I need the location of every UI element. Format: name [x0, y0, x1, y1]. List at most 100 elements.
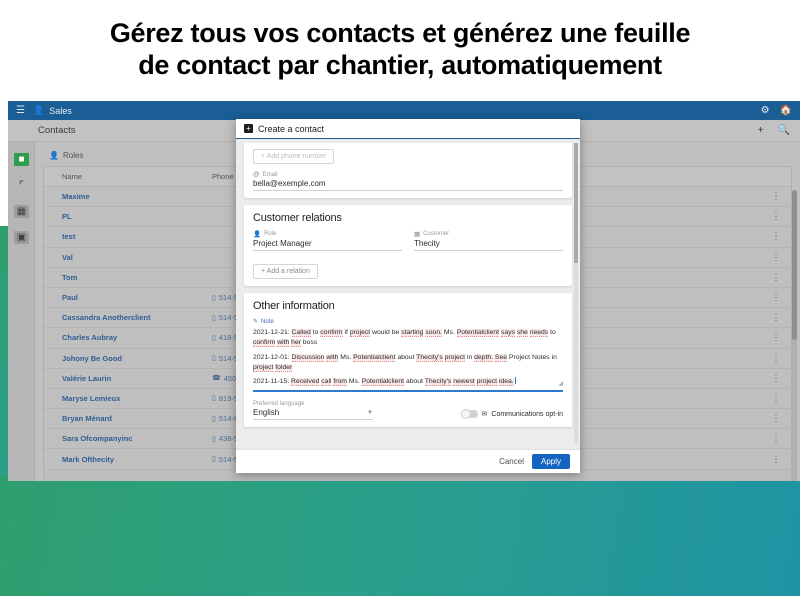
phone-icon: ☎ — [212, 375, 221, 383]
contact-card-icon: ■ — [14, 152, 29, 166]
contact-name[interactable]: Sara Ofcompanyinc — [62, 434, 212, 443]
kebab-menu-icon[interactable]: ⋮ — [771, 292, 781, 303]
org-hierarchy-icon: ⌜ — [18, 179, 25, 192]
email-field[interactable]: bella@exemple.com — [253, 179, 563, 191]
kebab-menu-icon[interactable]: ⋮ — [771, 312, 781, 323]
gear-icon[interactable]: ⚙ — [761, 105, 770, 116]
other-information-card: Other information ✎ Note 2021-12-21: Cal… — [244, 293, 572, 428]
role-label: Role — [264, 231, 277, 237]
add-phone-number-button[interactable]: + Add phone number — [253, 149, 335, 164]
kebab-menu-icon[interactable]: ⋮ — [771, 252, 781, 263]
optin-toggle[interactable] — [460, 409, 478, 420]
mobile-icon: ▯ — [212, 334, 216, 342]
sidebar-item-contacts[interactable]: ■ — [8, 146, 35, 172]
contact-name[interactable]: Maryse Lemieux — [62, 394, 212, 403]
contact-name[interactable]: PL — [62, 212, 212, 221]
note-content: 2021-12-21: Called to confirm if project… — [253, 328, 563, 387]
mobile-icon: ▯ — [212, 395, 216, 403]
app-topbar: ☰ 👤 Sales ⚙ 🏠 — [8, 101, 800, 120]
customer-field[interactable]: Thecity — [414, 239, 563, 251]
apply-button[interactable]: Apply — [531, 454, 570, 469]
kebab-menu-icon[interactable]: ⋮ — [771, 332, 781, 343]
contact-name[interactable]: Valérie Laurin — [62, 374, 212, 383]
sidebar-item-companies[interactable]: ▦ — [8, 198, 35, 224]
dialog-body: + Add phone number @ Email bella@exemple… — [236, 139, 580, 449]
dialog-footer: Cancel Apply — [236, 449, 580, 473]
dialog-scrollbar[interactable] — [574, 143, 578, 443]
building-icon: ▦ — [414, 231, 421, 238]
mobile-icon: ▯ — [212, 355, 216, 363]
role-group: 👤 Role Project Manager — [253, 230, 402, 251]
kebab-menu-icon[interactable]: ⋮ — [771, 211, 781, 222]
kebab-menu-icon[interactable]: ⋮ — [771, 454, 781, 465]
page-title-line-1: Gérez tous vos contacts et générez une f… — [109, 18, 691, 48]
customer-group: ▦ Customer Thecity — [414, 230, 563, 251]
sidebar-item-cards[interactable]: ▣ — [8, 224, 35, 250]
contact-name[interactable]: Bryan Ménard — [62, 414, 212, 423]
role-field[interactable]: Project Manager — [253, 239, 402, 251]
email-label-row: @ Email — [253, 171, 563, 178]
person-icon: 👤 — [49, 151, 59, 160]
mobile-icon: ▯ — [212, 456, 216, 464]
contact-name[interactable]: Maxime — [62, 192, 212, 201]
contact-name[interactable]: Johony Be Good — [62, 354, 212, 363]
page-title: Gérez tous vos contacts et générez une f… — [0, 0, 800, 90]
role-label-row: 👤 Role — [253, 230, 402, 238]
contact-info-card: + Add phone number @ Email bella@exemple… — [244, 143, 572, 198]
preferences-row: Preferred language English ▼ ✉ Communica… — [253, 401, 563, 421]
sidebar-item-hierarchy[interactable]: ⌜ — [8, 172, 35, 198]
mobile-icon: ▯ — [212, 314, 216, 322]
building-icon: ▦ — [14, 204, 29, 218]
contact-name[interactable]: Mark Ofthecity — [62, 455, 212, 464]
contact-name[interactable]: Paul — [62, 293, 212, 302]
note-textarea[interactable]: 2021-12-21: Called to confirm if project… — [253, 328, 563, 393]
chevron-down-icon: ▼ — [367, 409, 373, 416]
contact-name[interactable]: test — [62, 232, 212, 241]
kebab-menu-icon[interactable]: ⋮ — [771, 393, 781, 404]
contact-name[interactable]: Cassandra Anotherclient — [62, 313, 212, 322]
contact-name[interactable]: Tom — [62, 273, 212, 282]
note-line: 2021-12-01: Discussion with Ms. Potentia… — [253, 353, 557, 372]
kebab-menu-icon[interactable]: ⋮ — [771, 353, 781, 364]
at-icon: @ — [253, 171, 260, 178]
pencil-icon: ✎ — [253, 319, 259, 325]
dialog-title: Create a contact — [258, 123, 325, 134]
note-label-row: ✎ Note — [253, 318, 563, 326]
list-scrollbar-thumb[interactable] — [792, 190, 797, 340]
id-card-icon: ▣ — [14, 230, 29, 244]
app-screenshot: ☰ 👤 Sales ⚙ 🏠 Contacts + 🔍 ■ ⌜ ▦ ▣ 👤 Rol… — [8, 101, 800, 481]
contact-name[interactable]: Val — [62, 253, 212, 262]
note-line: 2021-12-21: Called to confirm if project… — [253, 329, 556, 347]
kebab-menu-icon[interactable]: ⋮ — [771, 191, 781, 202]
kebab-menu-icon[interactable]: ⋮ — [771, 272, 781, 283]
customer-label-row: ▦ Customer — [414, 230, 563, 238]
search-icon[interactable]: 🔍 — [778, 125, 790, 136]
mobile-icon: ▯ — [212, 294, 216, 302]
customer-relations-card: Customer relations 👤 Role Project Manage… — [244, 205, 572, 286]
page-title-line-2: de contact par chantier, automatiquement — [138, 49, 662, 80]
plus-icon[interactable]: + — [758, 125, 764, 136]
mobile-icon: ▯ — [212, 435, 216, 443]
list-scrollbar[interactable] — [792, 190, 797, 481]
add-relation-button[interactable]: + Add a relation — [253, 264, 318, 279]
resize-grip-icon[interactable]: ◢ — [558, 380, 563, 387]
contacts-icon: 👤 — [32, 105, 45, 115]
preferred-language-select[interactable]: English ▼ — [253, 408, 373, 421]
text-caret — [514, 377, 516, 385]
home-icon[interactable]: 🏠 — [780, 105, 792, 116]
kebab-menu-icon[interactable]: ⋮ — [771, 231, 781, 242]
hamburger-icon[interactable]: ☰ — [16, 105, 25, 116]
preferred-language-label: Preferred language — [253, 401, 305, 408]
add-square-icon: + — [244, 124, 253, 133]
module-label: Sales — [49, 105, 72, 116]
contact-name[interactable]: Charles Aubray — [62, 333, 212, 342]
cancel-button[interactable]: Cancel — [499, 457, 524, 466]
dialog-scrollbar-thumb[interactable] — [574, 143, 578, 263]
kebab-menu-icon[interactable]: ⋮ — [771, 373, 781, 384]
communications-optin[interactable]: ✉ Communications opt-in — [460, 409, 563, 420]
email-label: Email — [262, 171, 278, 178]
kebab-menu-icon[interactable]: ⋮ — [771, 433, 781, 444]
sidebar-rail: ■ ⌜ ▦ ▣ — [8, 142, 35, 481]
optin-toggle-knob — [460, 409, 471, 420]
kebab-menu-icon[interactable]: ⋮ — [771, 413, 781, 424]
